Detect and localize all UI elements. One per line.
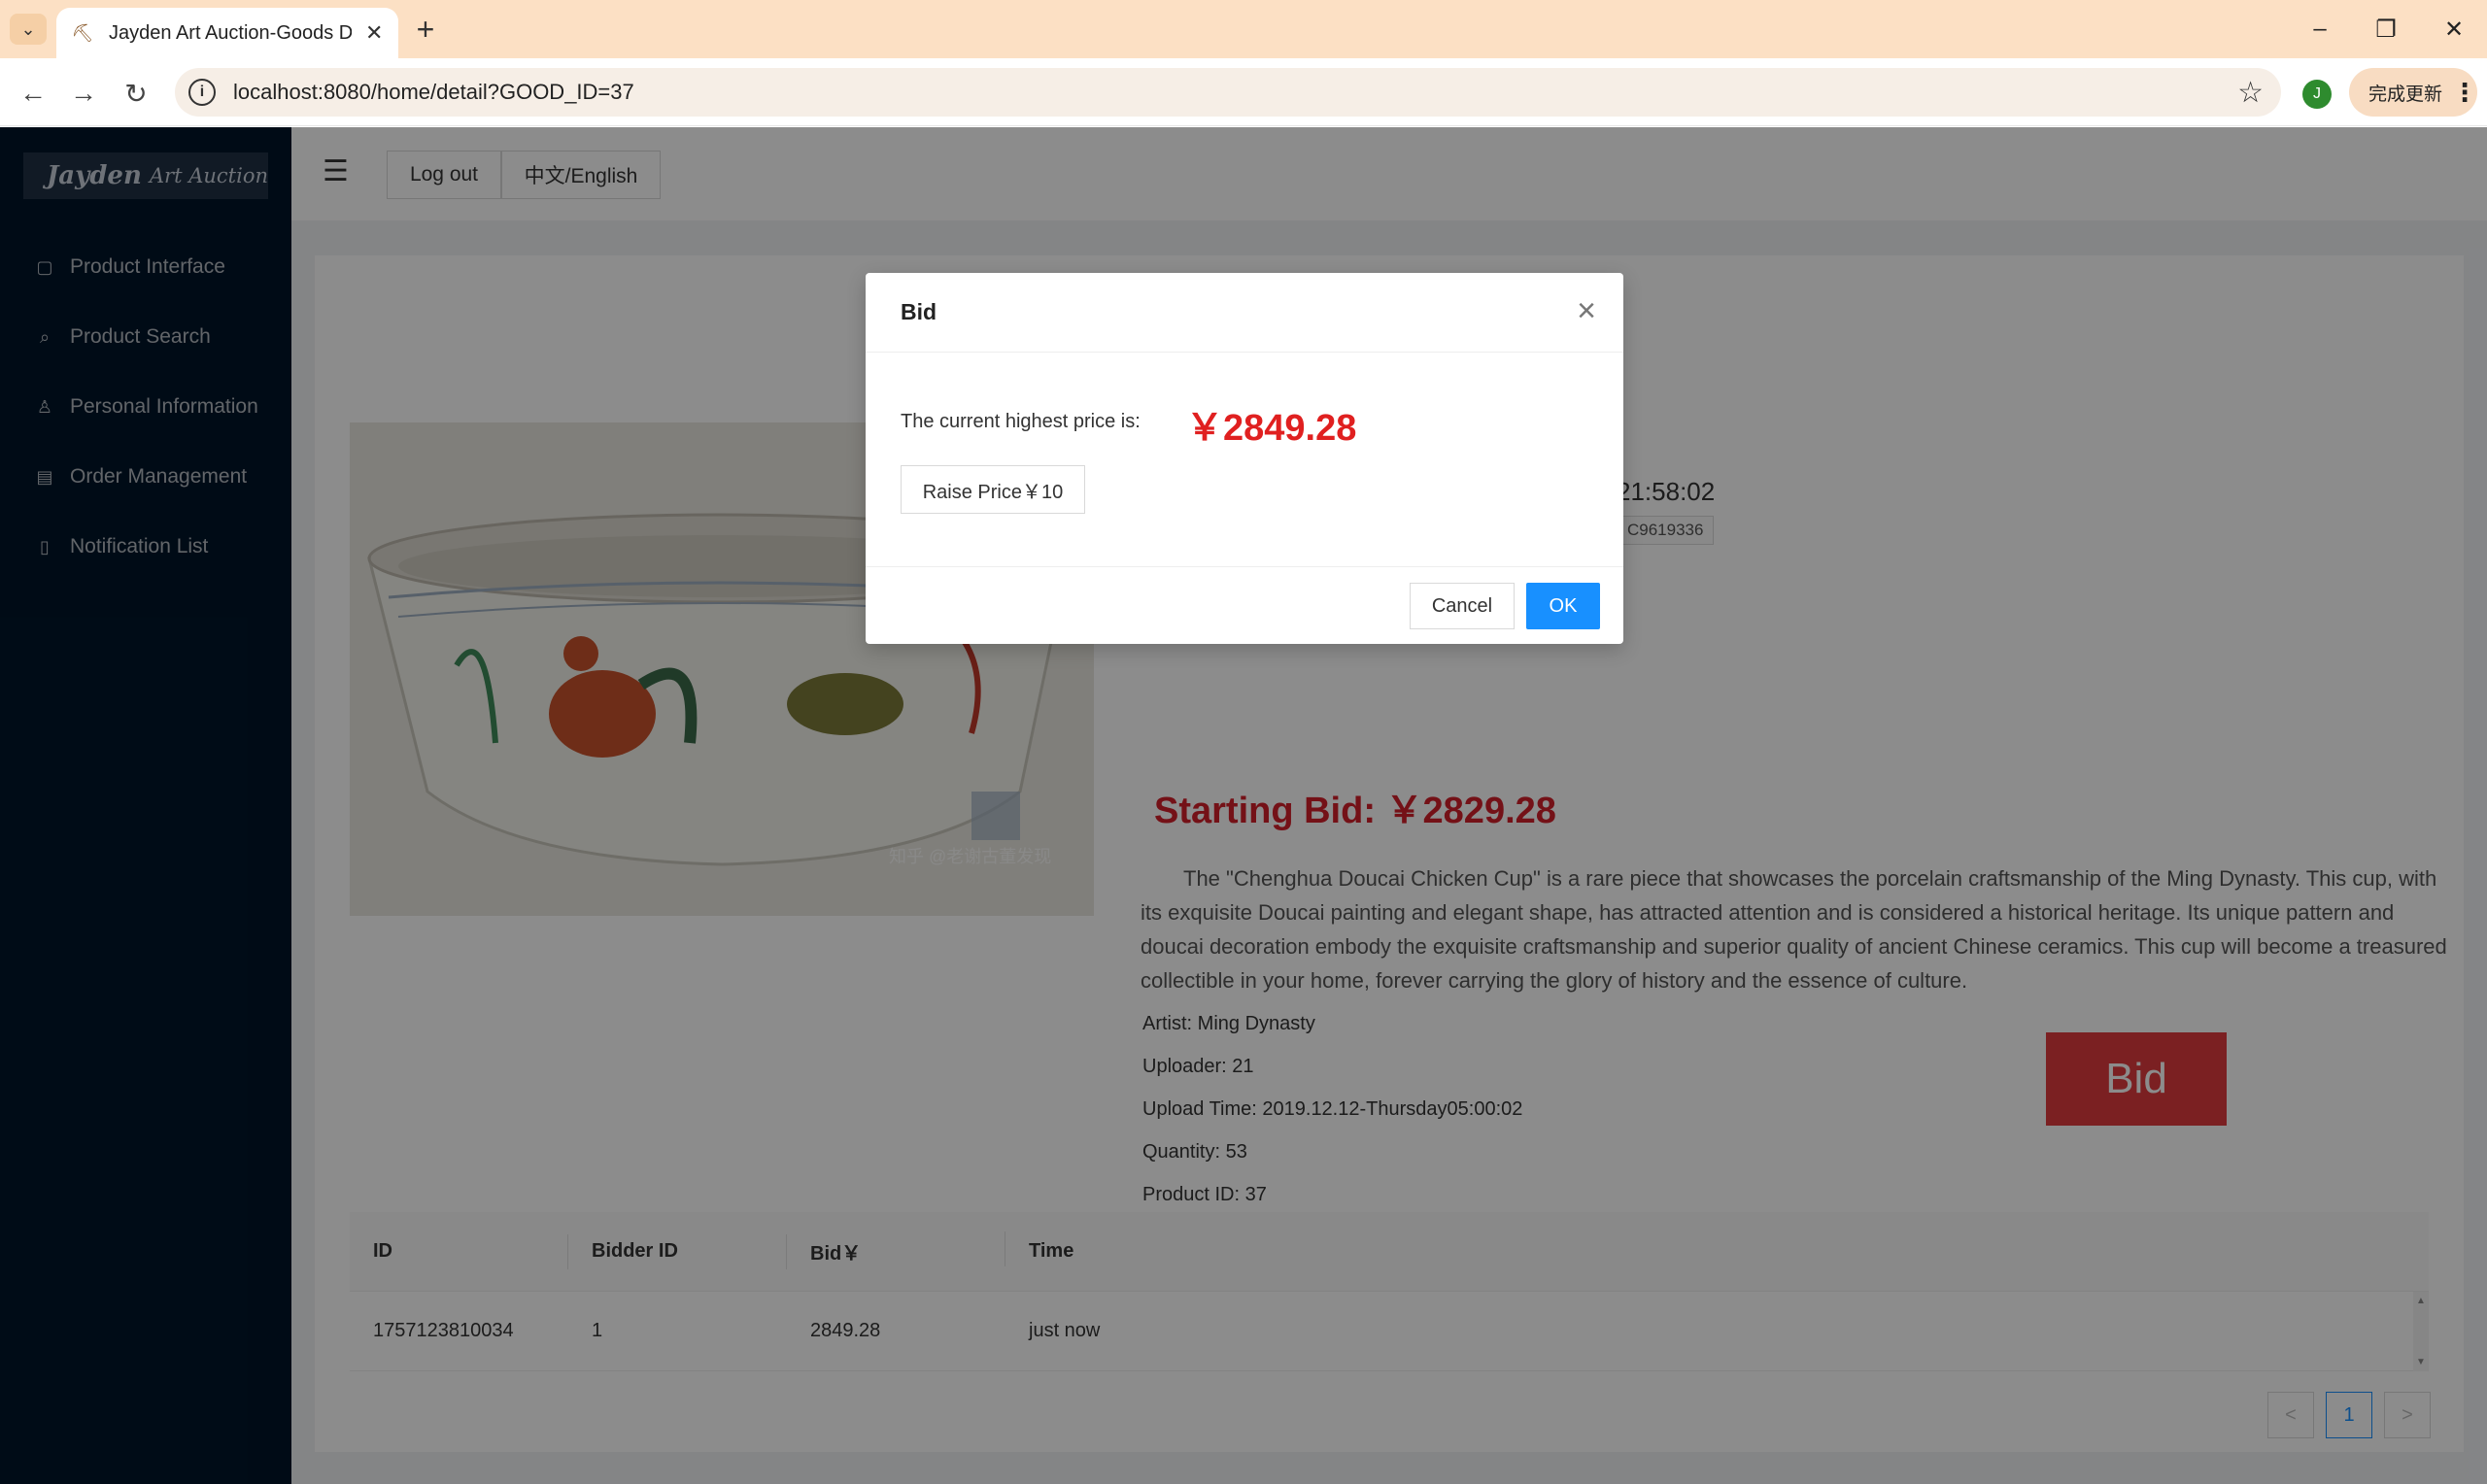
modal-footer: Cancel OK (866, 566, 1623, 644)
minimize-icon[interactable]: – (2300, 10, 2339, 49)
address-bar: ← → ↻ i localhost:8080/home/detail?GOOD_… (0, 58, 2487, 126)
more-menu-icon: ⋮ (2452, 77, 2477, 107)
update-button[interactable]: 完成更新 ⋮ (2349, 68, 2477, 117)
tab-close-icon[interactable]: ✕ (365, 20, 383, 46)
tab-search-button[interactable]: ⌄ (10, 14, 47, 45)
reload-icon[interactable]: ↻ (117, 74, 155, 113)
back-arrow-icon[interactable]: ← (14, 74, 52, 113)
new-tab-button[interactable]: + (408, 12, 443, 47)
favicon-icon: ⛏ (71, 22, 94, 43)
cancel-button[interactable]: Cancel (1410, 583, 1515, 629)
highest-price-value: ￥2849.28 (1186, 408, 1357, 449)
url-input[interactable]: i localhost:8080/home/detail?GOOD_ID=37 … (175, 68, 2281, 117)
modal-body: The current highest price is: ￥2849.28 R… (866, 353, 1623, 566)
url-text: localhost:8080/home/detail?GOOD_ID=37 (233, 80, 634, 104)
update-label: 完成更新 (2368, 84, 2443, 105)
profile-avatar[interactable]: J (2302, 80, 2332, 109)
bid-modal: Bid × The current highest price is: ￥284… (866, 273, 1623, 644)
forward-arrow-icon[interactable]: → (64, 74, 103, 113)
chevron-down-icon: ⌄ (20, 18, 36, 39)
modal-header: Bid (866, 273, 1623, 353)
restore-icon[interactable]: ❐ (2367, 10, 2405, 49)
raise-price-button[interactable]: Raise Price￥10 (901, 465, 1085, 514)
bookmark-star-icon[interactable]: ☆ (2237, 76, 2264, 110)
browser-titlebar: ⌄ ⛏ Jayden Art Auction-Goods D ✕ + – ❐ ✕ (0, 0, 2487, 58)
browser-tab[interactable]: ⛏ Jayden Art Auction-Goods D ✕ (56, 8, 398, 58)
tab-title: Jayden Art Auction-Goods D (109, 21, 352, 44)
close-icon[interactable]: × (1577, 294, 1596, 327)
window-close-icon[interactable]: ✕ (2435, 10, 2473, 49)
highest-price-label: The current highest price is: (901, 411, 1141, 432)
modal-title: Bid (901, 299, 937, 324)
ok-button[interactable]: OK (1526, 583, 1600, 629)
site-info-icon[interactable]: i (188, 79, 216, 106)
